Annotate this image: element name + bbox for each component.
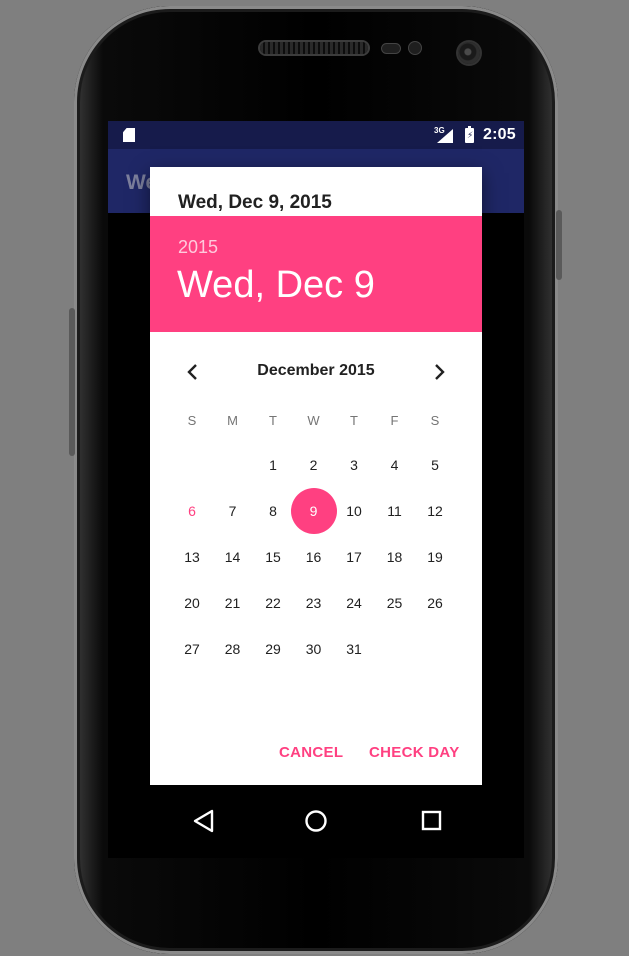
calendar-day[interactable]: 4 (375, 445, 415, 485)
calendar-day[interactable]: 21 (213, 583, 253, 623)
sd-card-icon (123, 128, 135, 142)
calendar-day[interactable]: 19 (415, 537, 455, 577)
calendar-day[interactable]: 23 (294, 583, 334, 623)
dialog-actions: CANCEL CHECK DAY (150, 737, 482, 767)
calendar-day[interactable]: 26 (415, 583, 455, 623)
chevron-right-icon[interactable] (428, 361, 450, 383)
calendar-day[interactable]: 7 (213, 491, 253, 531)
recents-icon[interactable] (414, 803, 450, 839)
calendar-day[interactable]: 13 (172, 537, 212, 577)
calendar-day[interactable]: 25 (375, 583, 415, 623)
calendar-day[interactable]: 5 (415, 445, 455, 485)
calendar-day[interactable]: 8 (253, 491, 293, 531)
weekday-label: S (187, 413, 197, 428)
navigation-bar (108, 781, 524, 858)
status-clock: 2:05 (483, 126, 516, 143)
weekday-label: S (430, 413, 440, 428)
date-picker-dialog: Wed, Dec 9, 2015 2015 Wed, Dec 9 Decembe… (150, 167, 482, 785)
header-selected-date[interactable]: Wed, Dec 9 (177, 264, 375, 307)
calendar-day[interactable]: 11 (375, 491, 415, 531)
earpiece-speaker (260, 42, 368, 54)
dialog-title: Wed, Dec 9, 2015 (178, 192, 332, 213)
calendar-day[interactable]: 16 (294, 537, 334, 577)
calendar-day[interactable]: 2 (294, 445, 334, 485)
weekday-label: T (269, 413, 277, 428)
cancel-button[interactable]: CANCEL (279, 744, 343, 761)
calendar-day[interactable]: 27 (172, 629, 212, 669)
calendar-day[interactable]: 1 (253, 445, 293, 485)
calendar-day[interactable]: 24 (334, 583, 374, 623)
weekday-label: M (227, 413, 238, 428)
power-button (556, 210, 562, 280)
calendar-day[interactable]: 28 (213, 629, 253, 669)
weekday-label: T (350, 413, 358, 428)
weekday-label: F (390, 413, 399, 428)
front-camera (458, 42, 480, 64)
calendar-day[interactable]: 29 (253, 629, 293, 669)
calendar-day[interactable]: 31 (334, 629, 374, 669)
back-icon[interactable] (186, 803, 222, 839)
calendar-day[interactable]: 20 (172, 583, 212, 623)
calendar-day-selected[interactable]: 9 (294, 491, 334, 531)
calendar-day[interactable]: 10 (334, 491, 374, 531)
calendar-day[interactable]: 18 (375, 537, 415, 577)
check-day-button[interactable]: CHECK DAY (369, 744, 460, 761)
light-sensor (409, 42, 421, 54)
calendar-day[interactable]: 12 (415, 491, 455, 531)
network-type-label: 3G (434, 126, 445, 135)
calendar-day-today[interactable]: 6 (172, 491, 212, 531)
month-navigation: December 2015 (150, 357, 482, 387)
proximity-sensor (382, 44, 400, 53)
chevron-left-icon[interactable] (182, 361, 204, 383)
calendar-day[interactable]: 3 (334, 445, 374, 485)
volume-button (69, 308, 75, 456)
header-year[interactable]: 2015 (178, 237, 218, 258)
calendar-day[interactable]: 17 (334, 537, 374, 577)
calendar-day[interactable]: 22 (253, 583, 293, 623)
battery-charging-icon: ⚡ (465, 126, 474, 143)
home-icon[interactable] (298, 803, 334, 839)
calendar-day[interactable]: 30 (294, 629, 334, 669)
weekday-label: W (307, 413, 320, 428)
status-bar: 3G ⚡ 2:05 (108, 121, 524, 149)
calendar-day[interactable]: 15 (253, 537, 293, 577)
calendar-day[interactable]: 14 (213, 537, 253, 577)
date-header: 2015 Wed, Dec 9 (150, 216, 482, 332)
